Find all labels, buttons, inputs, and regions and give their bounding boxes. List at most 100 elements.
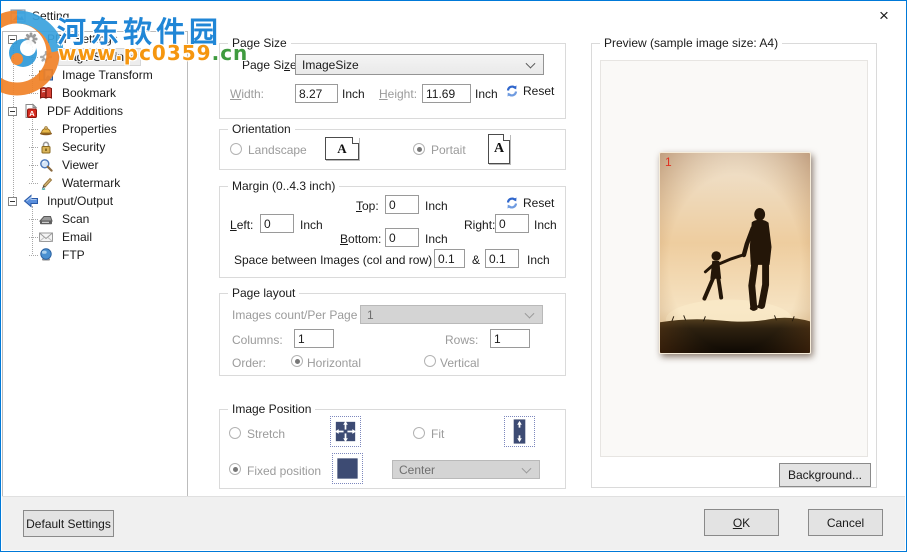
sunset-silhouette-image: [660, 153, 810, 353]
tree-item-label: PDF Settings: [47, 32, 118, 46]
height-unit: Inch: [475, 87, 498, 101]
position-value: Center: [399, 462, 436, 477]
portrait-radio[interactable]: [413, 143, 425, 155]
fixed-position-label: Fixed position: [247, 464, 322, 478]
margin-right-input[interactable]: [495, 214, 529, 233]
tree-item-image-transform[interactable]: Image Transform: [3, 66, 187, 84]
margin-top-unit: Inch: [425, 199, 448, 213]
margin-top-input[interactable]: [385, 195, 419, 214]
tree-item-ftp[interactable]: FTP: [3, 246, 187, 264]
fit-icon: [504, 416, 535, 447]
title-bar: Setting ×: [1, 1, 906, 31]
book-icon: [38, 85, 54, 101]
default-settings-button[interactable]: Default Settings: [23, 510, 114, 537]
page-size-select[interactable]: ImageSize: [295, 54, 544, 75]
page-fold: [503, 134, 510, 141]
arrow-left-icon: [23, 193, 39, 209]
landscape-radio[interactable]: [230, 143, 242, 155]
svg-text:A: A: [29, 109, 35, 118]
collapse-toggle-icon[interactable]: [8, 34, 17, 44]
page-letter: A: [337, 140, 347, 156]
tree-item-label: Input/Output: [47, 194, 114, 208]
tree-item-bookmark[interactable]: Bookmark: [3, 84, 187, 102]
window-title: Setting: [32, 9, 70, 23]
tree-item-pdf-settings[interactable]: PDF Settings: [3, 32, 187, 48]
landscape-label: Landscape: [248, 143, 307, 157]
portrait-page-icon: A: [488, 134, 510, 164]
fit-label: Fit: [431, 427, 445, 441]
images-count-value: 1: [367, 307, 374, 322]
tree-item-label: Watermark: [62, 176, 121, 190]
tree-item-viewer[interactable]: Viewer: [3, 156, 187, 174]
margin-group: Margin (0..4.3 inch) Top: Inch Reset Lef…: [219, 179, 566, 278]
stretch-icon: [330, 416, 361, 447]
gear-icon: [38, 49, 54, 65]
refresh-icon: [506, 197, 518, 209]
orientation-group: Orientation Landscape A Portait A: [219, 122, 566, 170]
page-layout-group: Page layout Images count/Per Page 1 Colu…: [219, 286, 566, 376]
tree-item-watermark[interactable]: Watermark: [3, 174, 187, 192]
images-count-label: Images count/Per Page: [232, 308, 358, 322]
vertical-label: Vertical: [440, 356, 480, 370]
ok-button[interactable]: OK: [704, 509, 779, 536]
height-input[interactable]: [422, 84, 471, 103]
tree-item-security[interactable]: Security: [3, 138, 187, 156]
tree-item-label: Viewer: [62, 158, 99, 172]
collapse-toggle-icon[interactable]: [8, 106, 17, 116]
width-input[interactable]: [295, 84, 338, 103]
tree-item-label: Email: [62, 230, 93, 244]
images-count-select: 1: [360, 305, 543, 324]
margin-left-unit: Inch: [300, 218, 323, 232]
envelope-icon: [38, 229, 54, 245]
space-col-input[interactable]: [434, 249, 465, 268]
preview-sample-image: 1: [659, 152, 811, 354]
columns-input[interactable]: [294, 329, 334, 348]
margin-left-label: Left:: [230, 218, 254, 232]
fixed-position-radio[interactable]: [229, 463, 241, 475]
tree-item-label-selected: Page Settings: [58, 48, 141, 66]
margin-right-unit: Inch: [534, 218, 557, 232]
space-unit: Inch: [527, 253, 550, 267]
page-size-reset-button[interactable]: Reset: [505, 84, 554, 98]
tree-item-input-output[interactable]: Input/Output: [3, 192, 187, 210]
page-size-value: ImageSize: [302, 57, 359, 72]
page-letter: A: [493, 141, 505, 156]
reset-label: Reset: [523, 84, 555, 98]
background-button[interactable]: Background...: [779, 463, 871, 487]
tree-item-pdf-additions[interactable]: A PDF Additions: [3, 102, 187, 120]
horizontal-label: Horizontal: [307, 356, 362, 370]
space-row-input[interactable]: [485, 249, 519, 268]
gong-icon: [38, 121, 54, 137]
preview-group-label: Preview (sample image size: A4): [600, 36, 783, 50]
stretch-radio[interactable]: [229, 427, 241, 439]
horizontal-radio[interactable]: [291, 355, 303, 367]
tree-item-scan[interactable]: Scan: [3, 210, 187, 228]
tree-item-properties[interactable]: Properties: [3, 120, 187, 138]
tree-item-label: PDF Additions: [47, 104, 124, 118]
tree-item-email[interactable]: Email: [3, 228, 187, 246]
lock-icon: [38, 139, 54, 155]
margin-reset-button[interactable]: Reset: [505, 196, 554, 210]
settings-tree: PDF Settings Page Settings Image Transfo…: [2, 31, 188, 498]
reset-label: Reset: [523, 196, 555, 210]
scanner-icon: [38, 211, 54, 227]
stretch-label: Stretch: [247, 427, 286, 441]
vertical-radio[interactable]: [424, 355, 436, 367]
chevron-down-icon: [524, 308, 535, 319]
page-number-badge: 1: [665, 155, 672, 169]
rows-input[interactable]: [490, 329, 530, 348]
fixed-position-icon: [332, 453, 363, 484]
margin-left-input[interactable]: [260, 214, 294, 233]
cancel-button[interactable]: Cancel: [808, 509, 883, 536]
margin-bottom-input[interactable]: [385, 228, 419, 247]
page-size-group: Page Size Page Size: ImageSize Width: In…: [219, 36, 566, 119]
pen-icon: [38, 175, 54, 191]
tree-item-page-settings[interactable]: Page Settings: [3, 48, 187, 66]
tree-rows: PDF Settings Page Settings Image Transfo…: [3, 32, 187, 264]
tree-item-label: Scan: [62, 212, 90, 226]
fit-radio[interactable]: [413, 427, 425, 439]
dialog-footer: Default Settings OK Cancel: [2, 496, 905, 550]
close-button[interactable]: ×: [866, 3, 902, 29]
collapse-toggle-icon[interactable]: [8, 196, 17, 206]
app-icon: [10, 9, 26, 23]
